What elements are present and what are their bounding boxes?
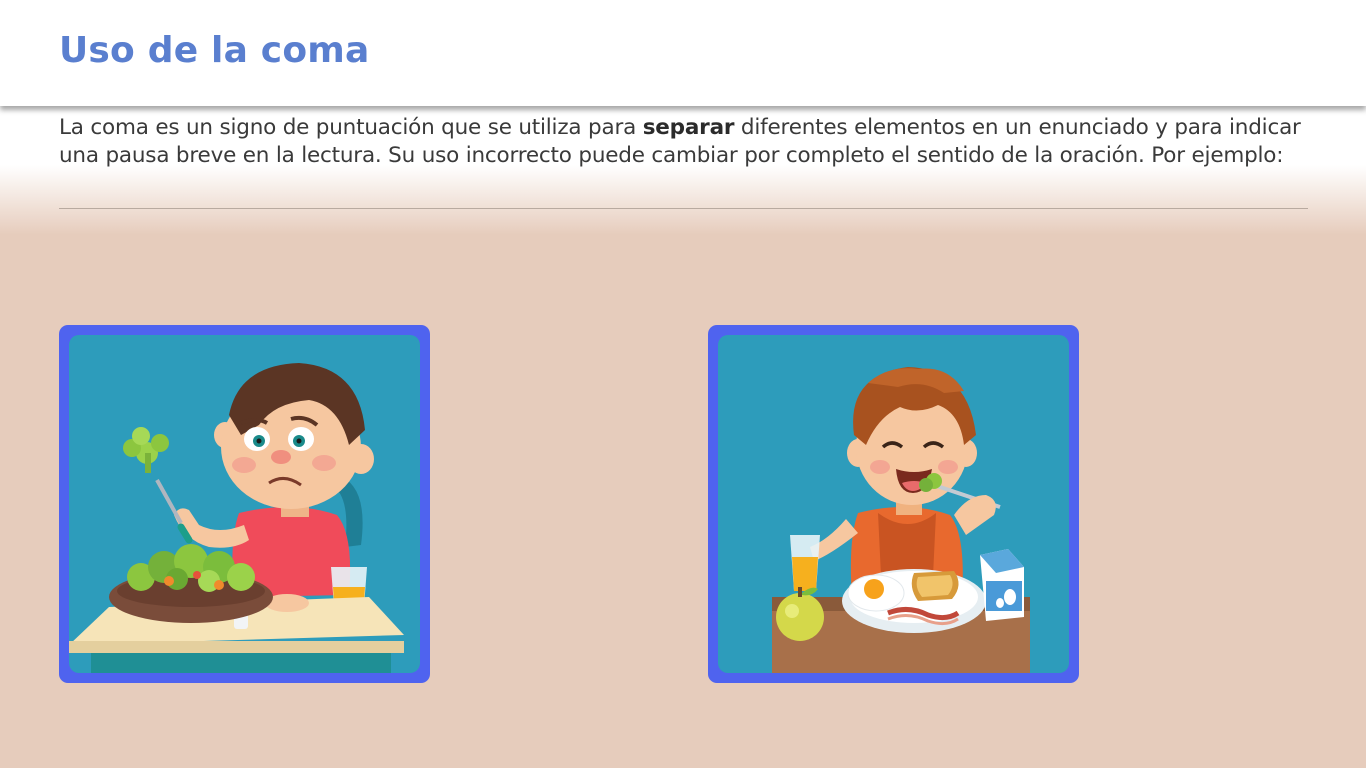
header-bar: Uso de la coma — [0, 0, 1366, 106]
boy-disliking-salad-illustration — [69, 335, 420, 673]
page-title: Uso de la coma — [59, 30, 370, 71]
intro-text-start: La coma es un signo de puntuación que se… — [59, 115, 643, 140]
intro-bold-word: separar — [642, 115, 735, 140]
divider-line — [59, 208, 1308, 209]
boy-enjoying-breakfast-illustration — [718, 335, 1069, 673]
illustration-card-breakfast — [708, 325, 1079, 683]
illustration-card-salad — [59, 325, 430, 683]
intro-paragraph: La coma es un signo de puntuación que se… — [59, 114, 1309, 170]
